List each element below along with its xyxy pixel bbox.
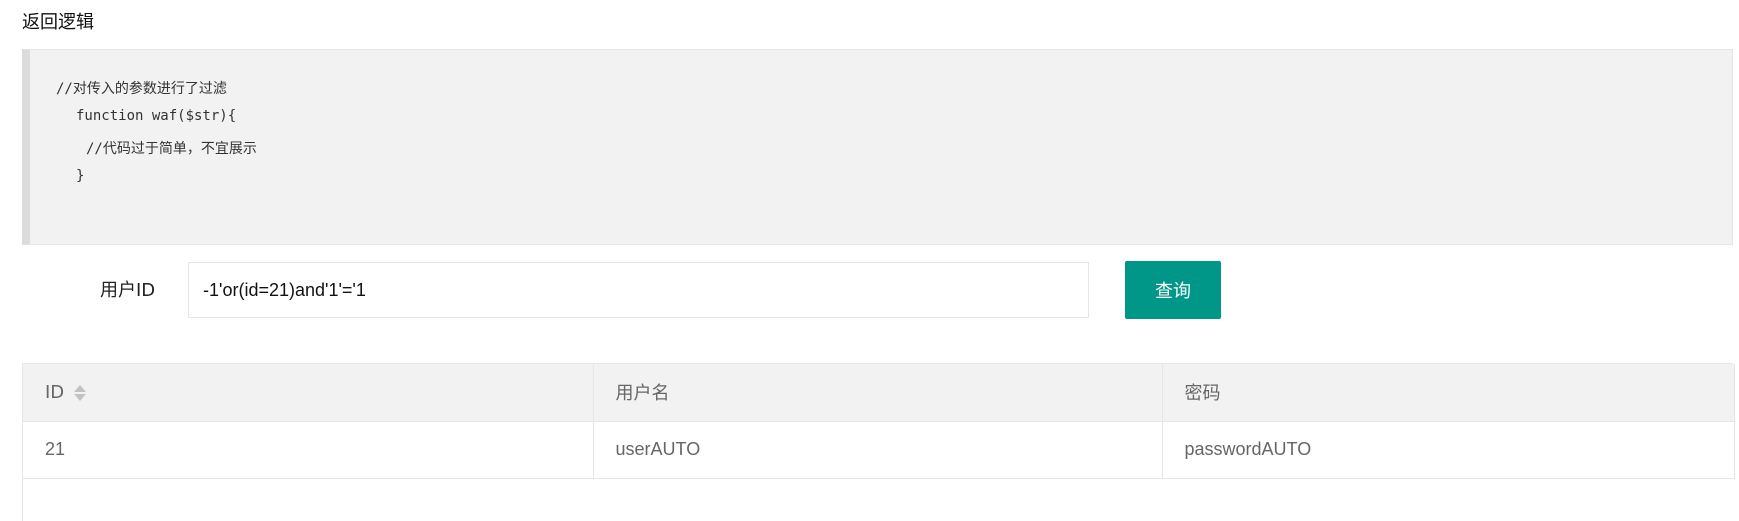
table-header-row: ID 用户名 密码	[23, 364, 1735, 422]
sort-icon[interactable]	[74, 384, 87, 402]
code-line-3: //代码过于简单，不宜展示	[86, 141, 257, 157]
code-line-2: function waf($str){	[76, 108, 237, 124]
column-header-label: ID	[45, 381, 65, 403]
column-header-password: 密码	[1162, 364, 1735, 422]
user-id-label: 用户ID	[100, 280, 156, 301]
section-title: 返回逻辑	[22, 12, 94, 33]
code-line-1: //对传入的参数进行了过滤	[56, 81, 227, 97]
cell-password: passwordAUTO	[1162, 421, 1735, 479]
cell-id: 21	[23, 421, 594, 479]
cell-username: userAUTO	[593, 421, 1163, 479]
column-header-id[interactable]: ID	[23, 364, 594, 422]
result-table: ID 用户名 密码 21 userAUTO passwordAUTO	[22, 363, 1735, 521]
code-block: //对传入的参数进行了过滤 function waf($str){ //代码过于…	[22, 49, 1733, 245]
query-button[interactable]: 查询	[1125, 261, 1221, 319]
user-id-input[interactable]	[188, 262, 1089, 318]
column-header-username: 用户名	[593, 364, 1163, 422]
table-row: 21 userAUTO passwordAUTO	[23, 421, 1735, 479]
code-line-4: }	[76, 168, 85, 184]
